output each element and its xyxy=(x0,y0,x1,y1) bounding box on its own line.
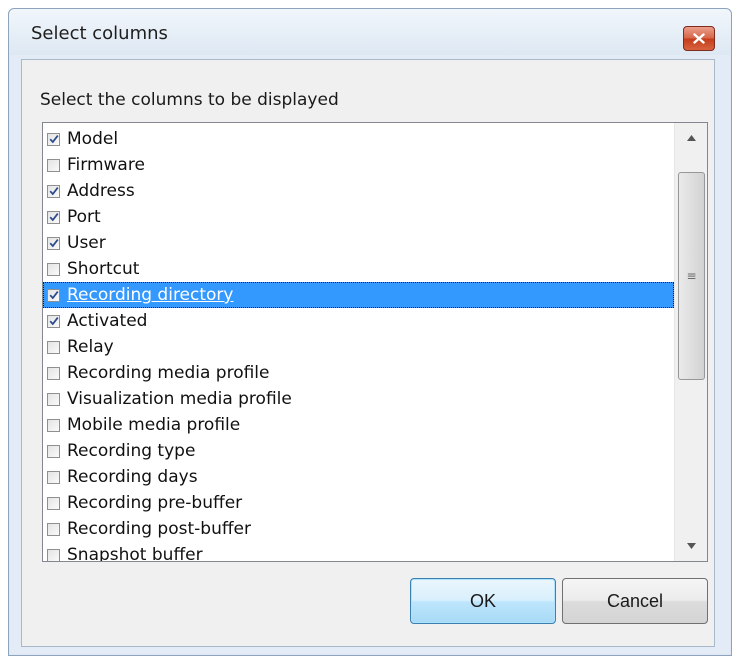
column-checkbox[interactable] xyxy=(47,470,60,484)
column-checkbox[interactable] xyxy=(47,236,60,250)
check-mark-icon xyxy=(49,213,59,222)
column-option[interactable]: Recording post-buffer xyxy=(43,516,674,542)
column-option-label: Recording type xyxy=(67,441,196,461)
check-mark-icon xyxy=(49,187,59,196)
column-option[interactable]: Address xyxy=(43,178,674,204)
column-checkbox[interactable] xyxy=(47,210,60,224)
columns-checklist[interactable]: Model Firmware Address Port User Shortcut Reco… xyxy=(42,122,708,562)
scroll-thumb[interactable]: ≡ xyxy=(678,171,705,380)
close-icon xyxy=(693,33,705,44)
column-checkbox[interactable] xyxy=(47,366,60,380)
column-option-label: Shortcut xyxy=(67,259,140,279)
column-option-label: Recording post-buffer xyxy=(67,519,252,539)
column-option[interactable]: Relay xyxy=(43,334,674,360)
column-option-label: Recording days xyxy=(67,467,198,487)
column-option-label: Address xyxy=(67,181,135,201)
column-option-label: Snapshot buffer xyxy=(67,545,203,562)
column-option-label: Activated xyxy=(67,311,148,331)
column-option[interactable]: User xyxy=(43,230,674,256)
check-mark-icon xyxy=(49,239,59,248)
column-checkbox[interactable] xyxy=(47,132,60,146)
column-option-label: Visualization media profile xyxy=(67,389,292,409)
column-option-label: Recording media profile xyxy=(67,363,270,383)
column-checkbox[interactable] xyxy=(47,444,60,458)
column-option[interactable]: Recording directory xyxy=(43,282,674,308)
check-mark-icon xyxy=(49,291,59,300)
column-option-label: Mobile media profile xyxy=(67,415,241,435)
select-columns-dialog: Select columns Select the columns to be … xyxy=(8,8,732,656)
column-option[interactable]: Recording days xyxy=(43,464,674,490)
column-option-label: Firmware xyxy=(67,155,145,175)
column-checkbox[interactable] xyxy=(47,392,60,406)
column-option[interactable]: Shortcut xyxy=(43,256,674,282)
column-option[interactable]: Visualization media profile xyxy=(43,386,674,412)
column-option[interactable]: Recording type xyxy=(43,438,674,464)
columns-list: Model Firmware Address Port User Shortcut Reco… xyxy=(43,126,674,562)
column-option[interactable]: Model xyxy=(43,126,674,152)
column-checkbox[interactable] xyxy=(47,184,60,198)
column-option[interactable]: Firmware xyxy=(43,152,674,178)
column-option-label: Recording pre-buffer xyxy=(67,493,243,513)
scroll-down-button[interactable] xyxy=(675,531,707,561)
column-checkbox[interactable] xyxy=(47,548,60,561)
check-mark-icon xyxy=(49,317,59,326)
vertical-scrollbar[interactable]: ≡ xyxy=(674,123,707,561)
column-checkbox[interactable] xyxy=(47,522,60,536)
column-option-label: Model xyxy=(67,129,119,149)
title-bar[interactable]: Select columns xyxy=(9,9,731,55)
column-option-label: Relay xyxy=(67,337,114,357)
dialog-body: Select the columns to be displayed Model… xyxy=(21,59,715,647)
column-checkbox[interactable] xyxy=(47,418,60,432)
scroll-down-arrow-icon xyxy=(687,543,696,549)
column-checkbox[interactable] xyxy=(47,496,60,510)
column-option-label: Port xyxy=(67,207,101,227)
column-option-label: Recording directory xyxy=(67,285,234,305)
column-checkbox[interactable] xyxy=(47,314,60,328)
column-checkbox[interactable] xyxy=(47,262,60,276)
column-option[interactable]: Mobile media profile xyxy=(43,412,674,438)
column-checkbox[interactable] xyxy=(47,340,60,354)
column-option[interactable]: Snapshot buffer xyxy=(43,542,674,562)
thumb-grip-icon: ≡ xyxy=(686,268,697,283)
window-title: Select columns xyxy=(31,23,168,44)
column-option-label: User xyxy=(67,233,106,253)
close-button[interactable] xyxy=(683,26,715,51)
column-option[interactable]: Recording pre-buffer xyxy=(43,490,674,516)
column-option[interactable]: Port xyxy=(43,204,674,230)
scroll-up-button[interactable] xyxy=(675,123,707,153)
column-checkbox[interactable] xyxy=(47,288,60,302)
column-option[interactable]: Recording media profile xyxy=(43,360,674,386)
column-checkbox[interactable] xyxy=(47,158,60,172)
check-mark-icon xyxy=(49,135,59,144)
dialog-prompt: Select the columns to be displayed xyxy=(40,90,339,110)
column-option[interactable]: Activated xyxy=(43,308,674,334)
ok-button[interactable]: OK xyxy=(410,578,556,624)
scroll-up-arrow-icon xyxy=(687,135,696,141)
cancel-button[interactable]: Cancel xyxy=(562,578,708,624)
